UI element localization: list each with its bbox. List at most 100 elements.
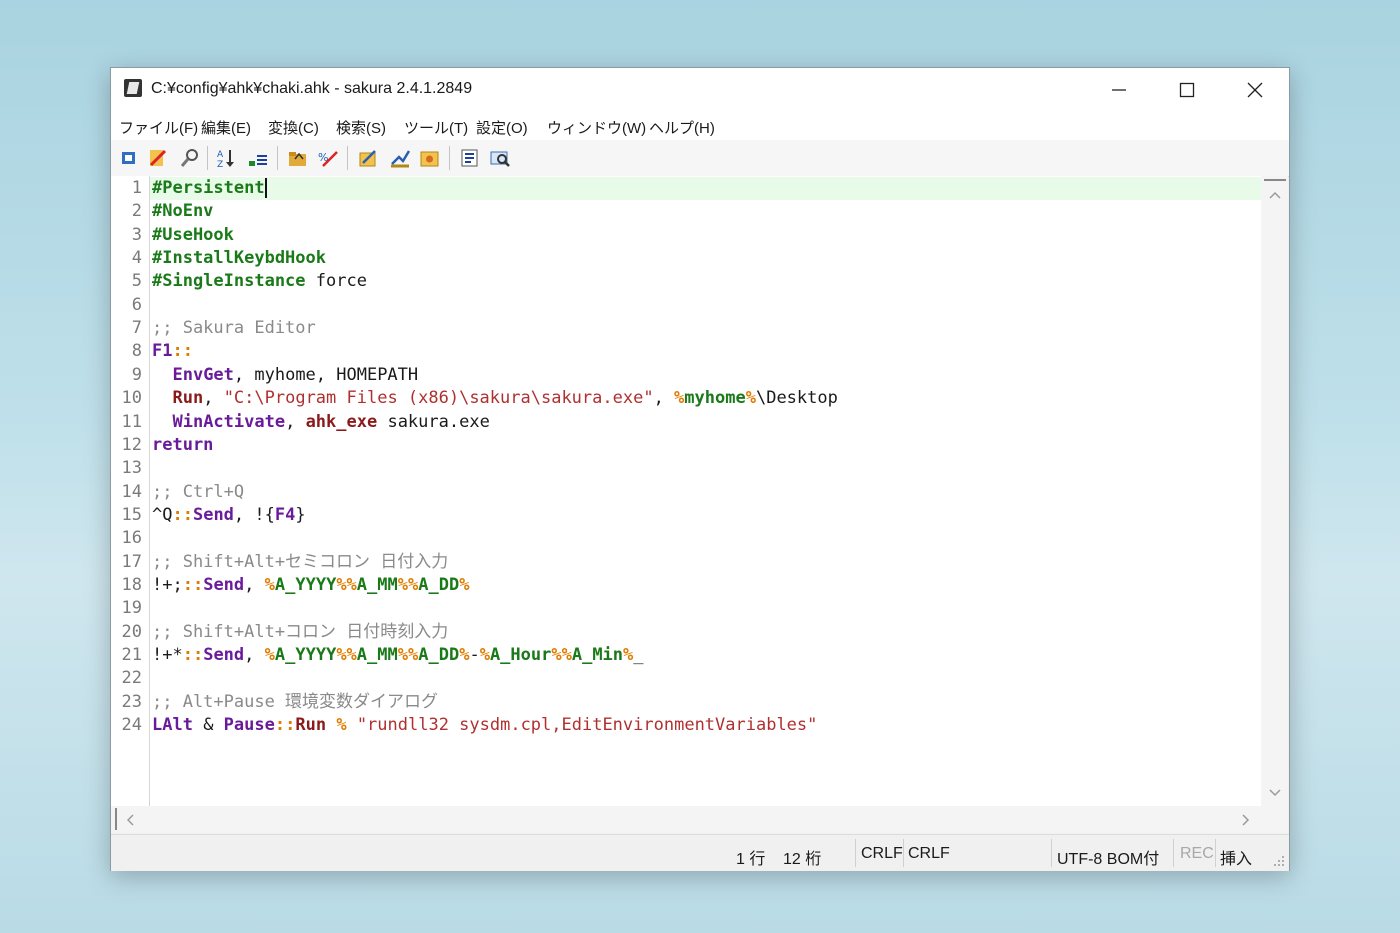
code-token: !+; <box>152 574 183 595</box>
line-number: 10 <box>121 388 142 409</box>
line-number: 14 <box>121 481 142 502</box>
status-bar: 1 行 12 桁 CRLF CRLF UTF-8 BOM付 REC 挿入 <box>111 834 1289 871</box>
code-token: A_MM <box>356 574 398 595</box>
sort-icon[interactable]: AZ <box>215 147 237 170</box>
code-text: return <box>152 434 213 457</box>
code-text: ^Q::Send, !{F4} <box>152 504 306 527</box>
open-folder-icon[interactable] <box>287 147 309 169</box>
settings-icon[interactable] <box>357 147 379 169</box>
maximize-icon <box>1179 82 1195 98</box>
code-token: , !{ <box>233 504 275 525</box>
code-token: :: <box>182 574 204 595</box>
code-token: #SingleInstance <box>152 271 306 292</box>
code-token: :: <box>182 645 204 665</box>
code-token: sakura.exe <box>377 411 490 432</box>
scroll-right-icon[interactable] <box>1241 813 1251 827</box>
code-token: & <box>192 715 224 736</box>
sakura-app-icon[interactable] <box>124 79 142 97</box>
code-token: #UseHook <box>152 224 234 245</box>
close-file-icon[interactable] <box>147 147 169 169</box>
menu-edit[interactable]: 編集(E) <box>201 117 251 138</box>
line-number: 19 <box>121 598 142 619</box>
menu-search[interactable]: 検索(S) <box>336 117 386 138</box>
code-token: ;; Sakura Editor <box>152 318 316 339</box>
status-encoding[interactable]: UTF-8 BOM付 <box>1057 845 1159 869</box>
code-token: Send <box>192 504 234 525</box>
code-token: force <box>305 271 367 292</box>
font-icon[interactable] <box>389 147 411 169</box>
menu-file[interactable]: ファイル(F) <box>119 117 198 138</box>
code-editor[interactable]: 1 #Persistent 2 #NoEnv 3 #UseHook 4 #InstallKey… <box>111 176 1261 806</box>
outline-icon[interactable] <box>247 147 269 169</box>
code-text: ;; Alt+Pause 環境変数ダイアログ <box>152 691 438 714</box>
status-column[interactable]: 12 桁 <box>783 845 821 869</box>
close-button[interactable] <box>1221 68 1289 112</box>
title-bar[interactable]: C:¥config¥ahk¥chaki.ahk - sakura 2.4.1.2… <box>111 68 1289 112</box>
code-token: !+* <box>152 645 183 665</box>
status-eol-input[interactable]: CRLF <box>861 845 903 863</box>
vertical-scrollbar[interactable] <box>1261 176 1288 806</box>
code-token: % <box>336 715 347 736</box>
maximize-button[interactable] <box>1153 68 1221 112</box>
svg-text:A: A <box>217 150 224 160</box>
line-number: 8 <box>131 341 142 362</box>
caret-position-marker-icon <box>115 808 117 830</box>
scroll-up-icon[interactable] <box>1268 190 1282 200</box>
line-number: 6 <box>131 294 142 315</box>
scroll-left-icon[interactable] <box>125 813 135 827</box>
code-text: ;; Shift+Alt+コロン 日付時刻入力 <box>152 621 448 644</box>
code-text: F1:: <box>152 340 193 363</box>
text-caret <box>264 178 267 198</box>
code-token: LAlt <box>152 715 193 736</box>
code-token: :: <box>172 341 193 362</box>
scroll-down-icon[interactable] <box>1268 788 1282 798</box>
macro-icon[interactable] <box>419 147 441 169</box>
code-text: EnvGet, myhome, HOMEPATH <box>152 364 418 387</box>
minimize-icon <box>1112 89 1126 91</box>
code-token: #NoEnv <box>152 201 214 222</box>
code-token: Pause <box>223 715 275 736</box>
menu-settings[interactable]: 設定(O) <box>476 117 528 138</box>
code-token: A_DD <box>418 645 460 665</box>
menu-help[interactable]: ヘルプ(H) <box>649 117 715 138</box>
search-replace-icon[interactable]: % <box>317 147 339 169</box>
line-number: 15 <box>121 504 142 525</box>
code-token: A_YYYY <box>274 574 337 595</box>
code-token: "rundll32 sysdm.cpl,EditEnvironmentVaria… <box>356 715 818 736</box>
line-number: 21 <box>121 645 142 665</box>
menu-convert[interactable]: 変換(C) <box>268 117 319 138</box>
code-token: - <box>469 645 480 665</box>
code-token: F4 <box>274 504 296 525</box>
code-token: return <box>152 434 214 455</box>
code-token: % <box>264 574 275 595</box>
new-file-icon[interactable] <box>119 147 141 169</box>
line-number: 20 <box>121 621 142 642</box>
code-token: } <box>295 504 306 525</box>
status-rec[interactable]: REC <box>1180 845 1214 863</box>
code-token: Run <box>295 715 327 736</box>
list-icon[interactable] <box>459 147 481 169</box>
status-line[interactable]: 1 行 <box>736 845 765 869</box>
menu-tools[interactable]: ツール(T) <box>404 117 468 138</box>
code-text: !+;::Send, %A_YYYY%%A_MM%%A_DD% <box>152 574 469 597</box>
menu-window[interactable]: ウィンドウ(W) <box>547 117 646 138</box>
code-token: % <box>459 574 470 595</box>
code-token: :: <box>172 504 193 525</box>
code-token: #Persistent <box>152 178 265 198</box>
line-number: 3 <box>131 224 142 245</box>
line-number: 1 <box>131 178 142 198</box>
status-eol[interactable]: CRLF <box>908 845 950 863</box>
code-token: % <box>674 388 685 409</box>
code-token: A_YYYY <box>274 645 337 665</box>
options-icon[interactable] <box>489 147 511 169</box>
minimize-button[interactable] <box>1085 68 1153 112</box>
find-icon[interactable] <box>179 147 201 169</box>
resize-grip-icon[interactable] <box>1273 855 1285 867</box>
code-text: #InstallKeybdHook <box>152 247 326 270</box>
line-number: 24 <box>121 715 142 736</box>
code-token: #InstallKeybdHook <box>152 248 326 269</box>
status-insert-mode[interactable]: 挿入 <box>1220 845 1252 869</box>
horizontal-scrollbar[interactable] <box>111 806 1261 833</box>
